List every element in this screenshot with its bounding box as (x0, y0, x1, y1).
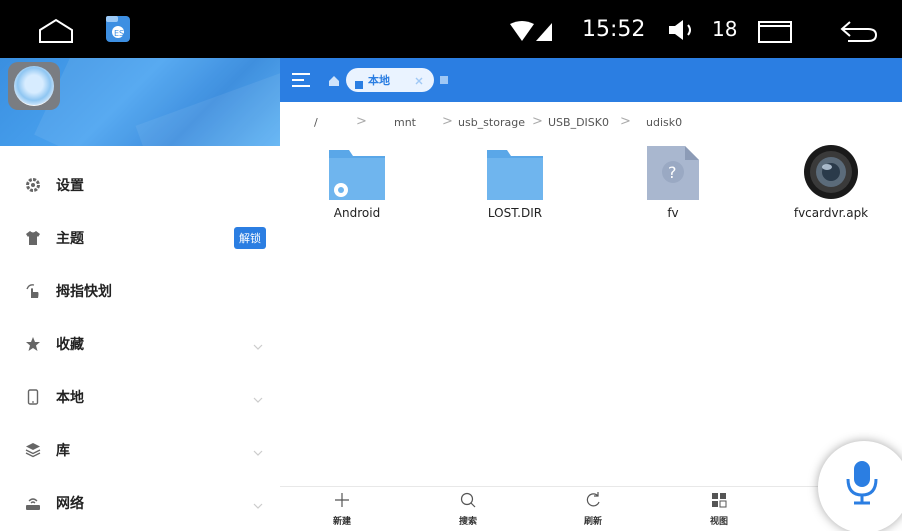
view-button[interactable]: 视图 (689, 491, 749, 531)
volume-icon[interactable] (667, 17, 701, 43)
svg-text:?: ? (668, 163, 677, 182)
wifi-signal-icon (508, 21, 554, 43)
sidebar-item-label: 收藏 (56, 336, 84, 353)
phone-icon (24, 388, 42, 406)
tab-local[interactable]: 本地 (346, 68, 434, 92)
sidebar-item-label: 库 (56, 442, 70, 459)
sidebar-item-label: 网络 (56, 495, 84, 512)
search-icon (459, 491, 477, 509)
breadcrumb: / > mnt > usb_storage > USB_DISK0 > udis… (280, 102, 902, 142)
chevron-right-icon: > (356, 114, 367, 129)
main-panel: 本地 / > mnt > usb_storage > USB_DISK0 > u… (280, 58, 902, 531)
home-path-icon[interactable] (327, 73, 341, 87)
new-tab-icon[interactable] (440, 76, 448, 84)
grid-view-icon (710, 491, 728, 509)
android-folder-icon (327, 144, 387, 202)
file-name: fv (667, 206, 679, 220)
unlock-badge[interactable]: 解锁 (234, 227, 266, 249)
breadcrumb-segment[interactable]: usb_storage (458, 116, 525, 129)
home-icon[interactable] (36, 16, 76, 46)
chevron-down-icon[interactable] (252, 390, 264, 403)
folder-icon (485, 144, 545, 202)
sidebar-item-label: 拇指快划 (56, 283, 112, 300)
breadcrumb-segment[interactable]: USB_DISK0 (548, 116, 609, 129)
gear-icon (24, 176, 42, 194)
file-explorer-app-icon[interactable]: ES (104, 14, 132, 44)
sidebar-item-label: 本地 (56, 389, 84, 406)
status-bar: ES 15:52 18 (0, 0, 902, 58)
volume-level: 18 (712, 17, 738, 41)
hamburger-menu-icon[interactable] (290, 70, 312, 90)
camera-lens-app-icon (801, 144, 861, 202)
sidebar-header (0, 58, 280, 146)
breadcrumb-root[interactable]: / (314, 116, 318, 129)
microphone-icon (842, 459, 882, 507)
plus-icon (333, 491, 351, 509)
new-label: 新建 (332, 517, 351, 527)
sidebar-item-network[interactable]: 网络 (0, 476, 280, 529)
chevron-right-icon: > (620, 114, 631, 129)
sidebar-item-library[interactable]: 库 (0, 423, 280, 476)
chevron-right-icon: > (532, 114, 543, 129)
tab-label: 本地 (368, 74, 390, 87)
sidebar-item-label: 主题 (56, 230, 84, 247)
search-button[interactable]: 搜索 (438, 491, 498, 531)
refresh-icon (584, 491, 602, 509)
chevron-right-icon: > (442, 114, 453, 129)
sidebar-item-favorites[interactable]: 收藏 (0, 317, 280, 370)
breadcrumb-segment[interactable]: udisk0 (646, 116, 682, 129)
swipe-hand-icon (24, 282, 42, 300)
sidebar-item-label: 设置 (56, 177, 84, 194)
sidebar-item-theme[interactable]: 主题 解锁 (0, 211, 280, 264)
file-item[interactable]: fvcardvr.apk (771, 144, 891, 244)
new-button[interactable]: 新建 (312, 491, 372, 531)
chevron-down-icon[interactable] (252, 443, 264, 456)
chevron-down-icon[interactable] (252, 496, 264, 509)
sidebar-menu: 设置 主题 解锁 拇指快划 收藏 本地 库 网络 (0, 158, 280, 529)
sidebar-item-local[interactable]: 本地 (0, 370, 280, 423)
search-label: 搜索 (458, 517, 477, 527)
voice-search-button[interactable] (818, 441, 902, 531)
file-item[interactable]: Android (297, 144, 417, 244)
file-item[interactable]: LOST.DIR (455, 144, 575, 244)
file-name: fvcardvr.apk (793, 206, 869, 220)
refresh-label: 刷新 (583, 517, 602, 527)
star-icon (24, 335, 42, 353)
refresh-button[interactable]: 刷新 (563, 491, 623, 531)
file-grid: Android LOST.DIR ? fv fvcardvr.apk (280, 144, 902, 264)
file-name: Android (333, 206, 381, 220)
clock-time: 15:52 (582, 16, 646, 42)
stack-icon (24, 441, 42, 459)
top-toolbar: 本地 (280, 58, 902, 102)
shirt-icon (24, 229, 42, 247)
recent-apps-icon[interactable] (755, 16, 795, 46)
file-name: LOST.DIR (487, 206, 543, 220)
breadcrumb-segment[interactable]: mnt (394, 116, 416, 129)
unknown-file-icon: ? (643, 144, 703, 202)
close-icon[interactable] (412, 73, 426, 87)
avatar[interactable] (8, 62, 60, 110)
sidebar-item-thumb-swipe[interactable]: 拇指快划 (0, 264, 280, 317)
bottom-action-bar: 新建 搜索 刷新 视图 更多 (280, 486, 902, 531)
router-icon (24, 494, 42, 512)
back-icon[interactable] (838, 16, 880, 46)
phone-icon (354, 75, 364, 89)
svg-text:ES: ES (114, 29, 124, 38)
view-label: 视图 (709, 517, 728, 527)
sidebar-item-settings[interactable]: 设置 (0, 158, 280, 211)
file-item[interactable]: ? fv (613, 144, 733, 244)
chevron-down-icon[interactable] (252, 337, 264, 350)
sidebar: 设置 主题 解锁 拇指快划 收藏 本地 库 网络 (0, 58, 280, 531)
